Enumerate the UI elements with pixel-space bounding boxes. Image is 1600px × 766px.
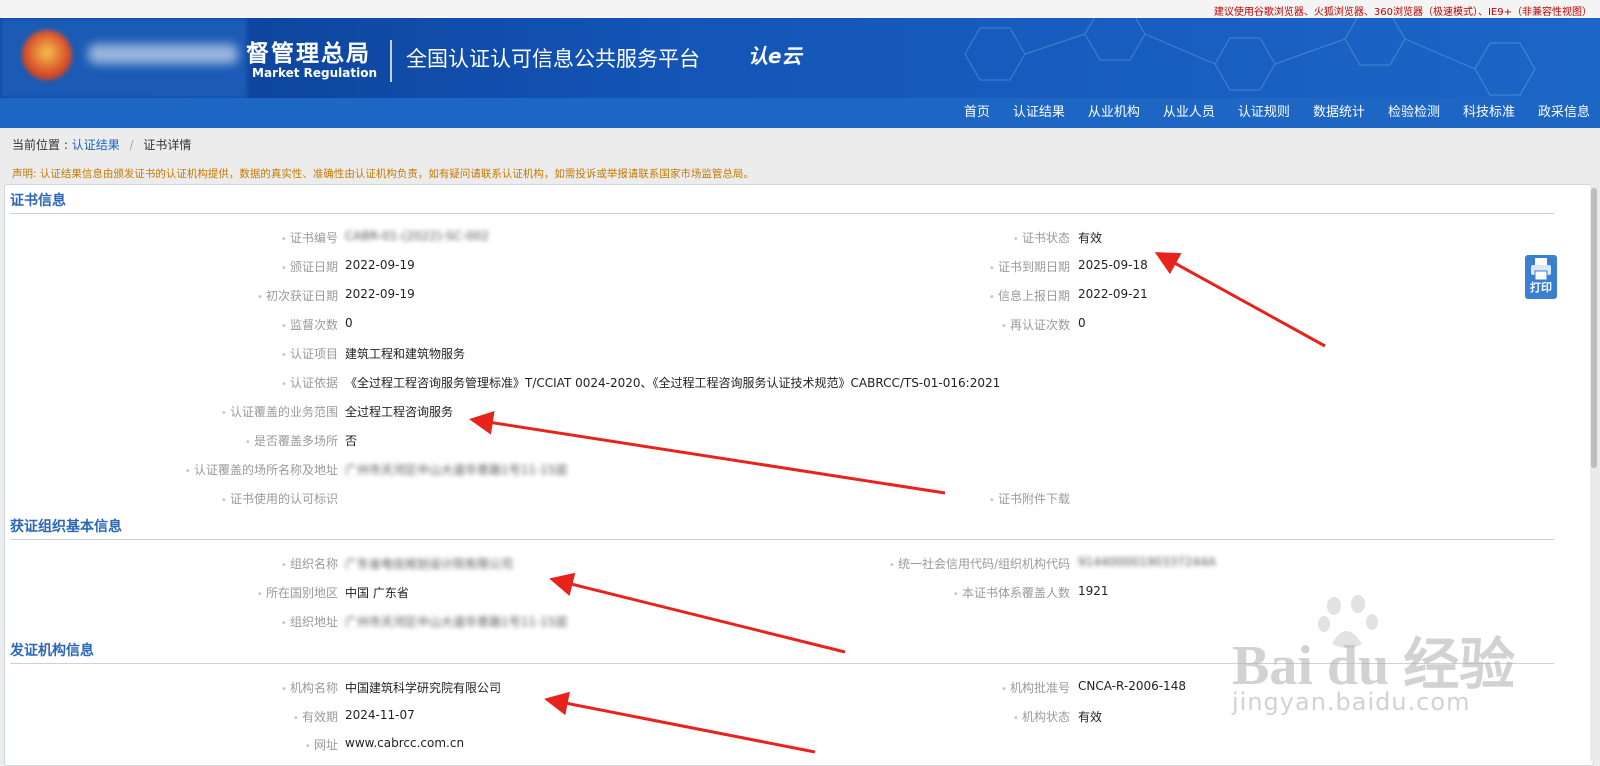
- label-issue-date: 颁证日期: [281, 258, 338, 275]
- label-expire-date: 证书到期日期: [989, 258, 1070, 275]
- label-cert-basis: 认证依据: [281, 374, 338, 391]
- label-cert-item: 认证项目: [281, 345, 338, 362]
- agency-name-en: Market Regulation: [252, 66, 378, 80]
- nav-rules[interactable]: 认证规则: [1228, 98, 1300, 128]
- platform-title: 全国认证认可信息公共服务平台: [406, 47, 700, 71]
- section-title-cert: 证书信息: [10, 193, 66, 209]
- print-label: 打印: [1530, 281, 1552, 294]
- nav-inspection[interactable]: 检验检测: [1378, 98, 1450, 128]
- label-region: 所在国别地区: [257, 584, 338, 601]
- nav-home[interactable]: 首页: [954, 98, 1000, 128]
- value-org-address: 广州市天河区中山大道华景路1号11-15层: [345, 615, 568, 629]
- value-first-date: 2022-09-19: [345, 287, 415, 301]
- baidu-watermark-url: jingyan.baidu.com: [1232, 688, 1471, 716]
- nav-personnel[interactable]: 从业人员: [1153, 98, 1225, 128]
- breadcrumb-current: 证书详情: [143, 138, 192, 152]
- header-divider: [390, 40, 392, 82]
- label-accreditation-mark: 证书使用的认可标识: [221, 490, 338, 507]
- label-credit-code: 统一社会信用代码/组织机构代码: [889, 555, 1070, 572]
- hexagon-pattern: [964, 18, 1536, 96]
- value-approval-number: CNCA-R-2006-148: [1078, 679, 1186, 693]
- label-cert-status: 证书状态: [1013, 229, 1070, 246]
- label-approval-number: 机构批准号: [1001, 679, 1070, 696]
- value-cert-status: 有效: [1078, 231, 1103, 245]
- label-multisite: 是否覆盖多场所: [245, 432, 338, 449]
- value-site-address: 广州市天河区中山大道华景路1号11-15层: [345, 463, 568, 477]
- scrollbar-thumb[interactable]: [1591, 188, 1597, 468]
- label-issuer-name: 机构名称: [281, 679, 338, 696]
- nav-procurement[interactable]: 政采信息: [1528, 98, 1600, 128]
- agency-name-blurred: [88, 44, 238, 64]
- label-org-address: 组织地址: [281, 613, 338, 630]
- section-divider: [10, 213, 1554, 214]
- value-cert-number: CABR-01-(2022)-SC-002: [345, 229, 490, 243]
- label-issuer-status: 机构状态: [1013, 708, 1070, 725]
- value-website[interactable]: www.cabrcc.com.cn: [345, 736, 464, 750]
- page-scrollbar[interactable]: [1590, 184, 1598, 761]
- agency-name: 督管理总局: [246, 41, 371, 67]
- label-website: 网址: [305, 736, 338, 753]
- nav-statistics[interactable]: 数据统计: [1303, 98, 1375, 128]
- label-cert-scope: 认证覆盖的业务范围: [221, 403, 338, 420]
- label-covered-people: 本证书体系覆盖人数: [953, 584, 1070, 601]
- section-title-issuer: 发证机构信息: [10, 643, 94, 659]
- national-emblem-icon: [22, 30, 72, 80]
- main-nav: 首页 认证结果 从业机构 从业人员 认证规则 数据统计 检验检测 科技标准 政采…: [0, 98, 1600, 128]
- value-region: 中国 广东省: [345, 586, 409, 600]
- print-button[interactable]: 打印: [1525, 255, 1557, 299]
- browser-tip: 建议使用谷歌浏览器、火狐浏览器、360浏览器（极速模式）、IE9+（非兼容性视图…: [1213, 7, 1592, 18]
- value-credit-code: 91440000190337244A: [1078, 555, 1216, 569]
- label-validity: 有效期: [293, 708, 338, 725]
- value-covered-people: 1921: [1078, 584, 1109, 598]
- nav-standards[interactable]: 科技标准: [1453, 98, 1525, 128]
- label-report-date: 信息上报日期: [989, 287, 1070, 304]
- value-expire-date: 2025-09-18: [1078, 258, 1148, 272]
- value-validity: 2024-11-07: [345, 708, 415, 722]
- value-supervision: 0: [345, 316, 353, 330]
- header-banner: 督管理总局 Market Regulation 全国认证认可信息公共服务平台 认…: [0, 18, 1600, 98]
- value-cert-scope: 全过程工程咨询服务: [345, 405, 454, 419]
- label-supervision: 监督次数: [281, 316, 338, 333]
- breadcrumb-link-results[interactable]: 认证结果: [72, 138, 120, 152]
- label-cert-number: 证书编号: [281, 229, 338, 246]
- label-site-address: 认证覆盖的场所名称及地址: [185, 461, 338, 478]
- value-report-date: 2022-09-21: [1078, 287, 1148, 301]
- value-issuer-name: 中国建筑科学研究院有限公司: [345, 681, 502, 695]
- value-issue-date: 2022-09-19: [345, 258, 415, 272]
- disclaimer-notice: 声明: 认证结果信息由颁发证书的认证机构提供，数据的真实性、准确性由认证机构负责…: [12, 168, 754, 180]
- value-recert: 0: [1078, 316, 1086, 330]
- label-first-date: 初次获证日期: [257, 287, 338, 304]
- cloud-logo: 认e云: [748, 44, 802, 68]
- label-org-name: 组织名称: [281, 555, 338, 572]
- value-multisite: 否: [345, 434, 358, 448]
- breadcrumb: 当前位置 : 认证结果 / 证书详情: [12, 136, 191, 153]
- value-issuer-status: 有效: [1078, 710, 1103, 724]
- label-recert: 再认证次数: [1001, 316, 1070, 333]
- breadcrumb-prefix: 当前位置 :: [12, 138, 68, 152]
- label-attachment-download[interactable]: 证书附件下载: [989, 490, 1070, 507]
- browser-tip-bar: 建议使用谷歌浏览器、火狐浏览器、360浏览器（极速模式）、IE9+（非兼容性视图…: [0, 0, 1600, 19]
- breadcrumb-separator: /: [129, 138, 134, 152]
- value-cert-item: 建筑工程和建筑物服务: [345, 347, 466, 361]
- nav-cert-results[interactable]: 认证结果: [1003, 98, 1075, 128]
- section-title-org: 获证组织基本信息: [10, 519, 122, 535]
- value-cert-basis: 《全过程工程咨询服务管理标准》T/CCIAT 0024-2020、《全过程工程咨…: [345, 376, 1001, 390]
- value-org-name: 广东省电信规划设计院有限公司: [345, 557, 514, 571]
- nav-institutions[interactable]: 从业机构: [1078, 98, 1150, 128]
- section-divider: [10, 539, 1554, 540]
